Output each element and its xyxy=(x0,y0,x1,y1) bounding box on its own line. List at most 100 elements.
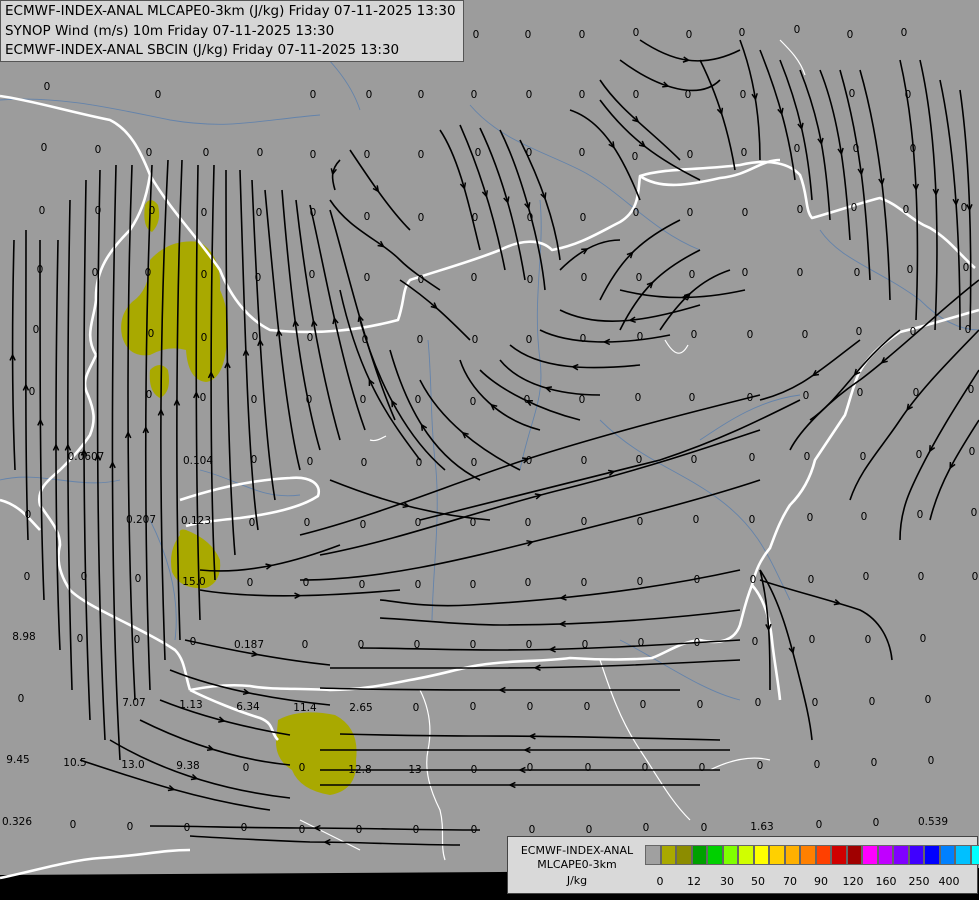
grid-value-label: 0 xyxy=(693,514,700,526)
grid-value-label: 0 xyxy=(637,516,644,528)
grid-value-label: 0 xyxy=(471,824,478,836)
grid-value-label: 0 xyxy=(77,633,84,645)
grid-value-label: 0 xyxy=(200,392,207,404)
grid-value-label: 0 xyxy=(635,392,642,404)
grid-value-label: 0 xyxy=(201,207,208,219)
title-line-2: SYNOP Wind (m/s) 10m Friday 07-11-2025 1… xyxy=(5,22,335,39)
grid-value-label: 0 xyxy=(149,205,156,217)
legend-swatch xyxy=(970,845,979,865)
grid-value-label: 0 xyxy=(95,205,102,217)
legend-swatch xyxy=(877,845,893,865)
legend-swatch xyxy=(862,845,878,865)
grid-value-label: 0 xyxy=(741,147,748,159)
grid-value-label: 0 xyxy=(633,207,640,219)
grid-value-label: 0 xyxy=(847,29,854,41)
grid-value-label: 0 xyxy=(360,394,367,406)
legend-swatch xyxy=(769,845,785,865)
grid-value-label: 0 xyxy=(359,579,366,591)
grid-value-label: 0 xyxy=(81,571,88,583)
grid-value-label: 0 xyxy=(470,396,477,408)
grid-value-label: 0 xyxy=(687,149,694,161)
grid-value-label: 0 xyxy=(524,394,531,406)
legend-color-scale xyxy=(645,845,979,865)
grid-value-label: 0 xyxy=(414,639,421,651)
grid-value-label: 0 xyxy=(854,267,861,279)
grid-value-label: 0 xyxy=(961,202,968,214)
grid-value-label: 0 xyxy=(418,274,425,286)
grid-value-label: 0 xyxy=(44,81,51,93)
grid-value-label: 0 xyxy=(804,451,811,463)
grid-value-label: 0 xyxy=(802,329,809,341)
grid-value-label: 0 xyxy=(752,636,759,648)
grid-value-label: 0 xyxy=(685,89,692,101)
grid-value-label: 0 xyxy=(851,202,858,214)
grid-value-label: 0 xyxy=(797,204,804,216)
grid-value-label: 12.8 xyxy=(348,764,371,776)
grid-value-label: 0 xyxy=(969,446,976,458)
title-line-1: ECMWF-INDEX-ANAL MLCAPE0-3km (J/kg) Frid… xyxy=(5,3,456,19)
legend-swatch xyxy=(660,845,676,865)
grid-value-label: 0 xyxy=(742,207,749,219)
grid-value-label: 13.0 xyxy=(121,759,144,771)
grid-value-label: 0 xyxy=(184,822,191,834)
legend-swatch xyxy=(691,845,707,865)
grid-value-label: 0 xyxy=(201,269,208,281)
grid-value-label: 8.98 xyxy=(12,631,35,643)
grid-value-label: 0 xyxy=(417,334,424,346)
grid-value-label: 0 xyxy=(527,212,534,224)
grid-value-label: 0 xyxy=(925,694,932,706)
grid-value-label: 0 xyxy=(470,701,477,713)
grid-value-label: 0 xyxy=(585,762,592,774)
grid-value-label: 0 xyxy=(470,579,477,591)
grid-value-label: 7.07 xyxy=(122,697,145,709)
legend-tick-label: 0 xyxy=(656,875,664,888)
grid-value-label: 0 xyxy=(803,390,810,402)
title-box: ECMWF-INDEX-ANAL MLCAPE0-3km (J/kg) Frid… xyxy=(0,0,464,62)
legend-swatch xyxy=(800,845,816,865)
grid-value-label: 0 xyxy=(415,579,422,591)
grid-value-label: 0 xyxy=(243,762,250,774)
grid-value-label: 0 xyxy=(415,517,422,529)
grid-value-label: 0 xyxy=(586,824,593,836)
legend-swatch xyxy=(831,845,847,865)
grid-value-label: 0 xyxy=(529,824,536,836)
grid-value-label: 0 xyxy=(687,207,694,219)
grid-value-label: 0 xyxy=(525,29,532,41)
grid-value-label: 0 xyxy=(638,637,645,649)
grid-value-label: 0 xyxy=(306,394,313,406)
legend-tick-label: 30 xyxy=(720,875,734,888)
legend-swatch xyxy=(955,845,971,865)
grid-value-label: 0 xyxy=(155,89,162,101)
grid-value-label: 0 xyxy=(310,149,317,161)
grid-value-label: 0 xyxy=(794,24,801,36)
grid-value-label: 0 xyxy=(856,326,863,338)
legend-swatch xyxy=(707,845,723,865)
grid-value-label: 0 xyxy=(257,147,264,159)
grid-value-label: 0 xyxy=(526,147,533,159)
grid-value-label: 0 xyxy=(750,574,757,586)
grid-value-label: 0 xyxy=(366,89,373,101)
grid-value-label: 0.326 xyxy=(2,816,32,828)
grid-value-label: 0 xyxy=(241,822,248,834)
grid-value-label: 0 xyxy=(358,639,365,651)
grid-value-label: 0 xyxy=(309,269,316,281)
grid-value-label: 0 xyxy=(148,328,155,340)
map-canvas: 0 0 0 0 0 0 0 0 0 0 0 0 0 0 0 0 0 0 0 0 0 0 0 0 0 0 0 0 0 0 0 0 0 0 0 0 0 0 0 0… xyxy=(0,0,979,900)
grid-value-label: 0 xyxy=(913,387,920,399)
grid-value-label: 0 xyxy=(907,264,914,276)
grid-value-label: 0 xyxy=(256,207,263,219)
legend-tick-label: 90 xyxy=(814,875,828,888)
grid-value-label: 0 xyxy=(310,207,317,219)
legend-swatch xyxy=(815,845,831,865)
grid-value-label: 0 xyxy=(910,143,917,155)
grid-value-label: 0 xyxy=(873,817,880,829)
grid-value-label: 0 xyxy=(640,699,647,711)
grid-value-label: 0 xyxy=(190,636,197,648)
grid-value-label: 0 xyxy=(853,143,860,155)
grid-value-label: 0 xyxy=(849,88,856,100)
grid-value-label: 0 xyxy=(689,269,696,281)
legend-tick-label: 70 xyxy=(783,875,797,888)
grid-value-label: 0 xyxy=(869,696,876,708)
grid-value-label: 0 xyxy=(860,451,867,463)
weather-map: 0 0 0 0 0 0 0 0 0 0 0 0 0 0 0 0 0 0 0 0 0 0 0 0 0 0 0 0 0 0 0 0 0 0 0 0 0 0 0 0… xyxy=(0,0,979,900)
